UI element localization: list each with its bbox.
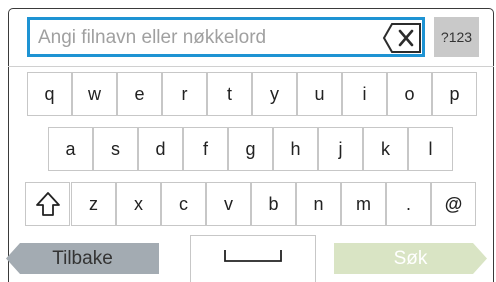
clear-icon[interactable] [382,22,422,54]
key-r[interactable]: r [162,72,207,116]
key-d[interactable]: d [138,127,183,171]
back-button[interactable]: Tilbake [6,243,159,274]
key-h[interactable]: h [273,127,318,171]
key-n[interactable]: n [296,182,341,226]
search-button[interactable]: Søk [334,243,487,274]
search-input[interactable] [38,26,378,50]
key-j[interactable]: j [318,127,363,171]
key-k[interactable]: k [363,127,408,171]
key-v[interactable]: v [206,182,251,226]
key-u[interactable]: u [297,72,342,116]
key-g[interactable]: g [228,127,273,171]
space-key[interactable] [190,235,316,282]
mode-switch-button[interactable]: ?123 [434,17,479,57]
key-t[interactable]: t [207,72,252,116]
key-w[interactable]: w [72,72,117,116]
key-i[interactable]: i [342,72,387,116]
key-o[interactable]: o [387,72,432,116]
key-p[interactable]: p [432,72,477,116]
shift-icon [35,192,60,216]
key-a[interactable]: a [48,127,93,171]
key-z[interactable]: z [71,182,116,226]
key-at[interactable]: @ [431,182,476,226]
key-x[interactable]: x [116,182,161,226]
space-bar-icon [224,250,282,262]
key-b[interactable]: b [251,182,296,226]
divider [8,66,494,67]
key-f[interactable]: f [183,127,228,171]
key-e[interactable]: e [117,72,162,116]
key-c[interactable]: c [161,182,206,226]
key-q[interactable]: q [27,72,72,116]
key-l[interactable]: l [408,127,453,171]
shift-key[interactable] [25,182,70,226]
key-period[interactable]: . [386,182,431,226]
key-s[interactable]: s [93,127,138,171]
search-box[interactable] [27,17,425,57]
key-m[interactable]: m [341,182,386,226]
key-y[interactable]: y [252,72,297,116]
